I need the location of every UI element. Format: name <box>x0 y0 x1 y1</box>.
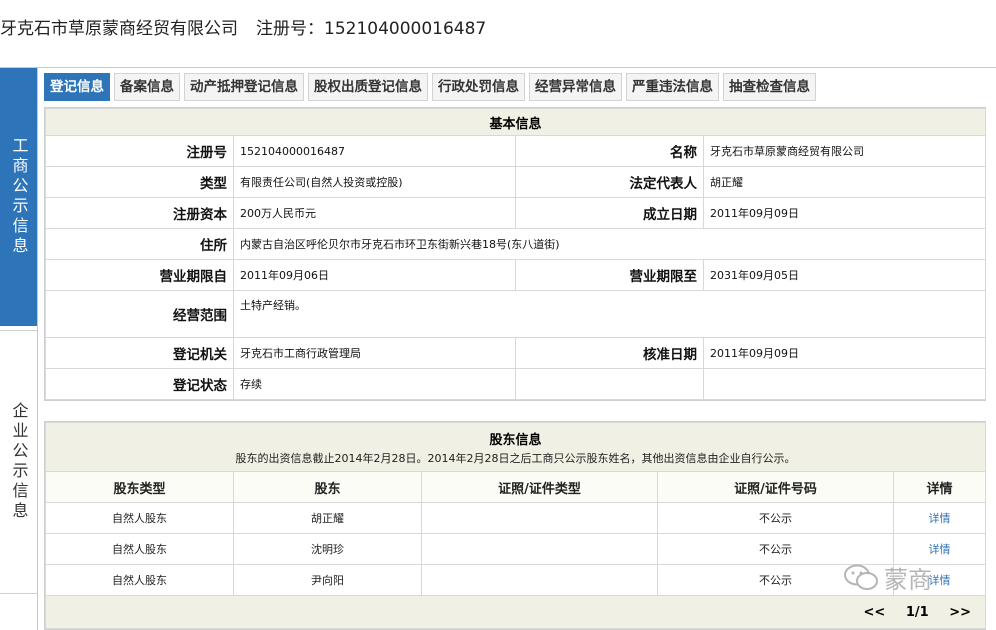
term-from-label: 营业期限自 <box>45 259 234 291</box>
shareholder-id-type <box>421 502 658 534</box>
table-row: 自然人股东 胡正耀 不公示 详情 <box>45 502 987 534</box>
status-value: 存续 <box>233 368 516 400</box>
side-tab-gongshang[interactable]: 工商公示信息 <box>0 68 37 326</box>
legal-rep-value: 胡正耀 <box>702 166 987 198</box>
col-header-detail: 详情 <box>892 471 987 503</box>
type-label: 类型 <box>45 166 234 198</box>
side-tab-label: 工商公示信息 <box>9 137 29 257</box>
next-page-button[interactable]: >> <box>949 605 971 620</box>
shareholder-name: 胡正耀 <box>233 502 422 534</box>
term-to-value: 2031年09月05日 <box>702 259 987 291</box>
basic-info-title: 基本信息 <box>44 108 987 136</box>
reg-label: 注册号： <box>256 19 324 39</box>
pagination: << 1/1 >> <box>44 595 987 629</box>
shareholder-type: 自然人股东 <box>45 533 234 565</box>
shareholder-id-number: 不公示 <box>657 502 894 534</box>
type-value: 有限责任公司(自然人投资或控股) <box>233 166 516 198</box>
empty-cell <box>702 368 987 400</box>
shareholder-panel: 股东信息 股东的出资信息截止2014年2月28日。2014年2月28日之后工商只… <box>44 421 987 630</box>
side-tab-qiye[interactable]: 企业公示信息 <box>0 330 37 594</box>
shareholder-id-type <box>421 564 658 596</box>
basic-info-panel: 基本信息 注册号 152104000016487 名称 牙克石市草原蒙商经贸有限… <box>44 107 987 401</box>
divider <box>0 67 996 68</box>
established-label: 成立日期 <box>515 197 704 229</box>
watermark: 蒙商 <box>844 560 932 595</box>
col-header-shareholder: 股东 <box>233 471 422 503</box>
tab-filing[interactable]: 备案信息 <box>114 73 180 101</box>
detail-link[interactable]: 详情 <box>892 502 987 534</box>
shareholder-note: 股东的出资信息截止2014年2月28日。2014年2月28日之后工商只公示股东姓… <box>235 451 796 465</box>
term-from-value: 2011年09月06日 <box>233 259 516 291</box>
empty-cell <box>515 368 704 400</box>
address-label: 住所 <box>45 228 234 260</box>
capital-value: 200万人民币元 <box>233 197 516 229</box>
reg-no-label: 注册号 <box>45 135 234 167</box>
tab-chattel-mortgage[interactable]: 动产抵押登记信息 <box>184 73 304 101</box>
side-nav: 工商公示信息 企业公示信息 <box>0 68 38 630</box>
capital-label: 注册资本 <box>45 197 234 229</box>
authority-value: 牙克石市工商行政管理局 <box>233 337 516 369</box>
shareholder-title: 股东信息 <box>489 432 542 448</box>
page-title: 牙克石市草原蒙商经贸有限公司 注册号：152104000016487 <box>0 14 486 39</box>
approval-label: 核准日期 <box>515 337 704 369</box>
prev-page-button[interactable]: << <box>864 605 886 620</box>
shareholder-header: 股东信息 股东的出资信息截止2014年2月28日。2014年2月28日之后工商只… <box>44 422 987 472</box>
col-header-id-number: 证照/证件号码 <box>657 471 894 503</box>
term-to-label: 营业期限至 <box>515 259 704 291</box>
shareholder-name: 沈明珍 <box>233 533 422 565</box>
company-title: 牙克石市草原蒙商经贸有限公司 <box>0 19 238 39</box>
shareholder-type: 自然人股东 <box>45 564 234 596</box>
col-header-id-type: 证照/证件类型 <box>421 471 658 503</box>
established-value: 2011年09月09日 <box>702 197 987 229</box>
status-label: 登记状态 <box>45 368 234 400</box>
tab-violation[interactable]: 严重违法信息 <box>626 73 719 101</box>
scope-value: 土特产经销。 <box>232 290 987 338</box>
tab-abnormal[interactable]: 经营异常信息 <box>529 73 622 101</box>
reg-no-value: 152104000016487 <box>233 135 516 167</box>
pagination-cell: << 1/1 >> <box>44 595 987 629</box>
scope-label: 经营范围 <box>45 290 234 338</box>
address-value: 内蒙古自治区呼伦贝尔市牙克石市环卫东街新兴巷18号(东八道街) <box>232 228 987 260</box>
page-indicator: 1/1 <box>905 604 929 620</box>
tab-penalty[interactable]: 行政处罚信息 <box>432 73 525 101</box>
tab-bar: 登记信息 备案信息 动产抵押登记信息 股权出质登记信息 行政处罚信息 经营异常信… <box>44 73 820 101</box>
shareholder-type: 自然人股东 <box>45 502 234 534</box>
reg-number: 152104000016487 <box>324 19 487 39</box>
watermark-text: 蒙商 <box>884 566 932 594</box>
tab-inspection[interactable]: 抽查检查信息 <box>723 73 816 101</box>
tab-registration[interactable]: 登记信息 <box>44 73 110 101</box>
col-header-type: 股东类型 <box>45 471 234 503</box>
legal-rep-label: 法定代表人 <box>515 166 704 198</box>
tab-equity-pledge[interactable]: 股权出质登记信息 <box>308 73 428 101</box>
shareholder-name: 尹向阳 <box>233 564 422 596</box>
wechat-icon <box>844 564 878 590</box>
approval-value: 2011年09月09日 <box>702 337 987 369</box>
shareholder-id-type <box>421 533 658 565</box>
authority-label: 登记机关 <box>45 337 234 369</box>
name-value: 牙克石市草原蒙商经贸有限公司 <box>702 135 987 167</box>
name-label: 名称 <box>515 135 704 167</box>
side-tab-label: 企业公示信息 <box>9 402 29 522</box>
